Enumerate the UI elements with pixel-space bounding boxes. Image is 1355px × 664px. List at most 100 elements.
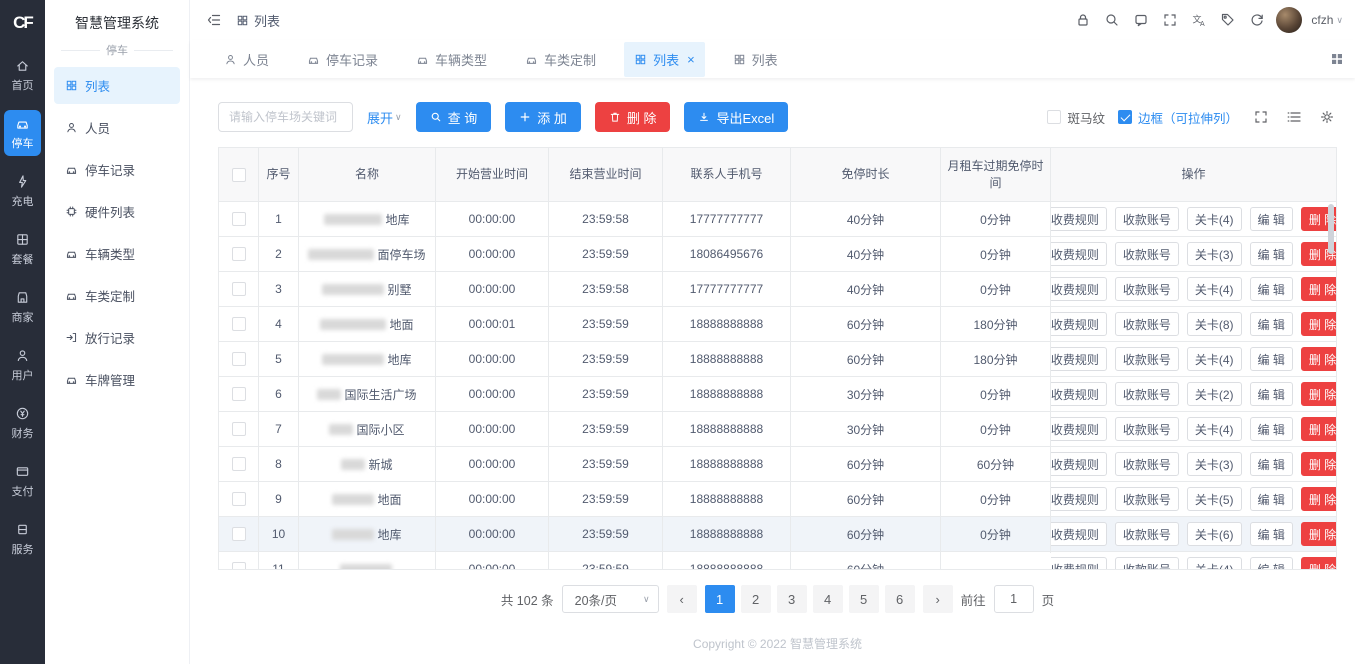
edit-button[interactable]: 编 辑 (1250, 347, 1293, 371)
edit-button[interactable]: 编 辑 (1250, 312, 1293, 336)
rail-item-charging[interactable]: 充电 (4, 168, 41, 214)
row-delete-button[interactable]: 删 除 (1301, 417, 1336, 441)
tab-parking-records[interactable]: 停车记录 (297, 42, 388, 77)
payee-account-button[interactable]: 收款账号 (1115, 487, 1179, 511)
payee-account-button[interactable]: 收款账号 (1115, 242, 1179, 266)
search-input[interactable] (218, 102, 353, 132)
zebra-stripe-toggle[interactable]: 斑马纹 (1047, 108, 1105, 127)
language-button[interactable]: 文A (1189, 9, 1209, 31)
close-icon[interactable]: × (687, 53, 695, 66)
sidebar-item-plate-management[interactable]: 车牌管理 (54, 361, 180, 398)
gates-button[interactable]: 关卡(3) (1187, 452, 1242, 476)
sidebar-item-release-records[interactable]: 放行记录 (54, 319, 180, 356)
fee-rules-button[interactable]: 收费规则 (1051, 487, 1107, 511)
user-avatar[interactable] (1276, 7, 1302, 33)
row-checkbox[interactable] (232, 282, 246, 296)
row-delete-button[interactable]: 删 除 (1301, 487, 1336, 511)
edit-button[interactable]: 编 辑 (1250, 557, 1293, 570)
gates-button[interactable]: 关卡(8) (1187, 312, 1242, 336)
row-checkbox[interactable] (232, 527, 246, 541)
query-button[interactable]: 查 询 (416, 102, 492, 132)
sidebar-item-list[interactable]: 列表 (54, 67, 180, 104)
table-fullscreen-button[interactable] (1251, 106, 1271, 128)
tab-list-active[interactable]: 列表 × (624, 42, 705, 77)
fee-rules-button[interactable]: 收费规则 (1051, 242, 1107, 266)
edit-button[interactable]: 编 辑 (1250, 452, 1293, 476)
message-button[interactable] (1131, 9, 1151, 31)
sidebar-item-hardware-list[interactable]: 硬件列表 (54, 193, 180, 230)
page-number-button[interactable]: 4 (813, 585, 843, 613)
payee-account-button[interactable]: 收款账号 (1115, 312, 1179, 336)
delete-button[interactable]: 删 除 (595, 102, 671, 132)
row-delete-button[interactable]: 删 除 (1301, 382, 1336, 406)
prev-page-button[interactable]: ‹ (667, 585, 697, 613)
payee-account-button[interactable]: 收款账号 (1115, 382, 1179, 406)
rail-item-user[interactable]: 用户 (4, 342, 41, 388)
fee-rules-button[interactable]: 收费规则 (1051, 452, 1107, 476)
row-delete-button[interactable]: 删 除 (1301, 522, 1336, 546)
payee-account-button[interactable]: 收款账号 (1115, 452, 1179, 476)
gates-button[interactable]: 关卡(4) (1187, 277, 1242, 301)
page-number-button[interactable]: 3 (777, 585, 807, 613)
row-checkbox[interactable] (232, 317, 246, 331)
sidebar-item-parking-records[interactable]: 停车记录 (54, 151, 180, 188)
payee-account-button[interactable]: 收款账号 (1115, 557, 1179, 570)
goto-page-input[interactable] (994, 585, 1034, 613)
page-number-button[interactable]: 1 (705, 585, 735, 613)
row-delete-button[interactable]: 删 除 (1301, 312, 1336, 336)
page-number-button[interactable]: 5 (849, 585, 879, 613)
gates-button[interactable]: 关卡(4) (1187, 417, 1242, 441)
fullscreen-button[interactable] (1160, 9, 1180, 31)
select-all-checkbox[interactable] (232, 168, 246, 182)
gates-button[interactable]: 关卡(6) (1187, 522, 1242, 546)
fee-rules-button[interactable]: 收费规则 (1051, 207, 1107, 231)
export-excel-button[interactable]: 导出Excel (684, 102, 788, 132)
theme-tag-button[interactable] (1218, 9, 1238, 31)
fee-rules-button[interactable]: 收费规则 (1051, 557, 1107, 570)
gates-button[interactable]: 关卡(4) (1187, 557, 1242, 570)
zebra-checkbox[interactable] (1047, 110, 1061, 124)
fee-rules-button[interactable]: 收费规则 (1051, 522, 1107, 546)
row-checkbox[interactable] (232, 352, 246, 366)
tab-vehicle-types[interactable]: 车辆类型 (406, 42, 497, 77)
vertical-scrollbar-thumb[interactable] (1328, 204, 1334, 254)
page-number-button[interactable]: 2 (741, 585, 771, 613)
lock-screen-button[interactable] (1073, 9, 1093, 31)
fee-rules-button[interactable]: 收费规则 (1051, 277, 1107, 301)
border-toggle[interactable]: 边框（可拉伸列） (1118, 108, 1238, 127)
table-config-button[interactable] (1317, 106, 1337, 128)
edit-button[interactable]: 编 辑 (1250, 487, 1293, 511)
row-delete-button[interactable]: 删 除 (1301, 557, 1336, 570)
edit-button[interactable]: 编 辑 (1250, 242, 1293, 266)
edit-button[interactable]: 编 辑 (1250, 522, 1293, 546)
fee-rules-button[interactable]: 收费规则 (1051, 347, 1107, 371)
payee-account-button[interactable]: 收款账号 (1115, 207, 1179, 231)
rail-item-payment[interactable]: 支付 (4, 458, 41, 504)
row-checkbox[interactable] (232, 212, 246, 226)
payee-account-button[interactable]: 收款账号 (1115, 277, 1179, 301)
row-delete-button[interactable]: 删 除 (1301, 277, 1336, 301)
payee-account-button[interactable]: 收款账号 (1115, 347, 1179, 371)
expand-filters-link[interactable]: 展开 ∨ (367, 108, 402, 127)
row-delete-button[interactable]: 删 除 (1301, 452, 1336, 476)
rail-item-finance[interactable]: 财务 (4, 400, 41, 446)
row-checkbox[interactable] (232, 387, 246, 401)
payee-account-button[interactable]: 收款账号 (1115, 417, 1179, 441)
row-checkbox[interactable] (232, 247, 246, 261)
gates-button[interactable]: 关卡(5) (1187, 487, 1242, 511)
tab-list[interactable]: 列表 (723, 42, 788, 77)
tabs-menu-button[interactable] (1327, 48, 1347, 70)
column-settings-button[interactable] (1284, 106, 1304, 128)
tab-vehicle-custom[interactable]: 车类定制 (515, 42, 606, 77)
gates-button[interactable]: 关卡(2) (1187, 382, 1242, 406)
border-checkbox[interactable] (1118, 110, 1132, 124)
payee-account-button[interactable]: 收款账号 (1115, 522, 1179, 546)
add-button[interactable]: 添 加 (505, 102, 581, 132)
edit-button[interactable]: 编 辑 (1250, 207, 1293, 231)
collapse-sidebar-button[interactable] (204, 9, 224, 31)
fee-rules-button[interactable]: 收费规则 (1051, 312, 1107, 336)
rail-item-package[interactable]: 套餐 (4, 226, 41, 272)
row-checkbox[interactable] (232, 422, 246, 436)
sidebar-item-vehicle-types[interactable]: 车辆类型 (54, 235, 180, 272)
rail-item-merchant[interactable]: 商家 (4, 284, 41, 330)
